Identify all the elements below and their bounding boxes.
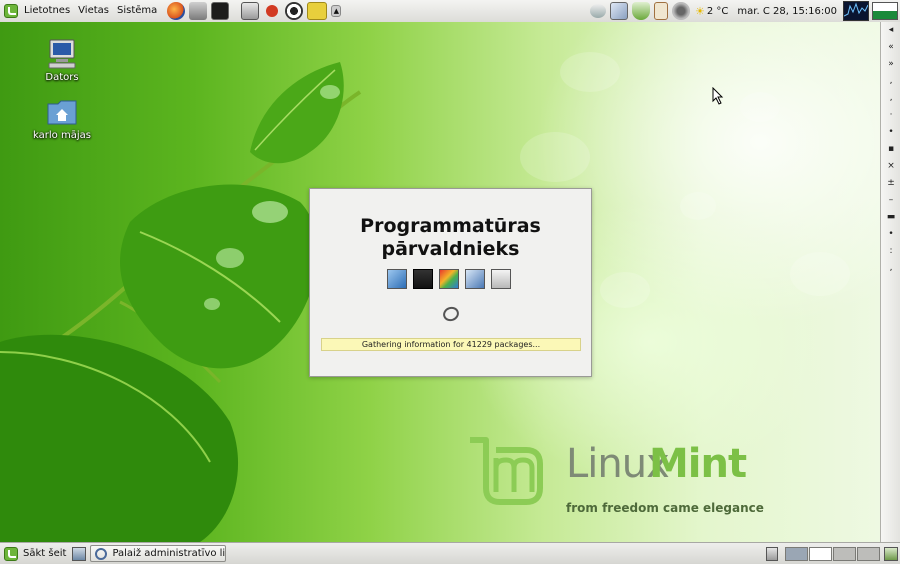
launcher-area: ▲ bbox=[165, 2, 343, 20]
screenshot-icon[interactable] bbox=[241, 2, 260, 20]
home-folder-icon bbox=[47, 100, 77, 125]
workspace-4[interactable] bbox=[857, 546, 880, 561]
clipboard-icon[interactable] bbox=[654, 2, 669, 20]
right-panel-item[interactable]: » bbox=[888, 56, 894, 73]
right-panel-item[interactable]: × bbox=[887, 158, 895, 175]
mail-icon[interactable] bbox=[590, 4, 607, 18]
workspace-switcher bbox=[766, 546, 898, 561]
linux-mint-logo-icon bbox=[470, 437, 543, 505]
right-panel-item[interactable]: – bbox=[889, 192, 894, 209]
workspace-2[interactable] bbox=[809, 546, 832, 561]
right-panel-item[interactable]: ▪ bbox=[888, 141, 894, 158]
splash-title-line2: pārvaldnieks bbox=[381, 238, 520, 260]
right-panel-item[interactable]: • bbox=[888, 226, 893, 243]
record-icon[interactable] bbox=[266, 5, 279, 17]
main-menu: Lietotnes Vietas Sistēma bbox=[0, 0, 161, 22]
right-edge-panel: ◂ « » , ‚ · • ▪ × ± – ▬ • : , bbox=[880, 22, 900, 542]
splash-title: Programmatūras pārvaldnieks bbox=[310, 215, 591, 261]
mint-menu-icon[interactable] bbox=[4, 4, 18, 18]
show-desktop-icon[interactable] bbox=[72, 546, 87, 561]
terminal-icon[interactable] bbox=[211, 2, 230, 20]
right-panel-item[interactable]: ± bbox=[887, 175, 895, 192]
desktop-icon-label: Dators bbox=[45, 72, 79, 83]
category-icons bbox=[387, 269, 517, 289]
scroll-arrow-icon[interactable]: ▲ bbox=[331, 5, 342, 17]
right-panel-item[interactable]: , bbox=[890, 260, 893, 277]
right-panel-item[interactable]: « bbox=[888, 39, 894, 56]
sun-icon: ☀ bbox=[695, 4, 705, 18]
software-manager-splash: Programmatūras pārvaldnieks Gathering in… bbox=[309, 188, 592, 377]
brand-tagline: from freedom came elegance bbox=[566, 501, 764, 515]
system-tray: ☀ 2 °C mar. C 28, 15:16:00 bbox=[588, 0, 900, 22]
start-here-button[interactable]: Sākt šeit bbox=[0, 543, 70, 564]
top-panel: Lietotnes Vietas Sistēma ▲ ☀ 2 °C mar. C… bbox=[0, 0, 900, 23]
right-panel-item[interactable]: : bbox=[889, 243, 892, 260]
right-panel-item[interactable]: ‚ bbox=[890, 90, 893, 107]
multimedia-category-icon bbox=[413, 269, 433, 289]
desktop-icon-label: karlo mājas bbox=[33, 130, 91, 141]
mouse-pointer-icon bbox=[712, 87, 724, 105]
loading-spinner-icon bbox=[441, 304, 461, 324]
graphics-category-icon bbox=[439, 269, 459, 289]
right-panel-item[interactable]: , bbox=[890, 73, 893, 90]
firefox-icon[interactable] bbox=[167, 2, 186, 20]
gear-icon bbox=[95, 547, 108, 560]
keyboard-layout-flag-icon[interactable] bbox=[872, 2, 898, 20]
workspace-1[interactable] bbox=[785, 546, 808, 561]
workspace-extra-icon[interactable] bbox=[884, 546, 898, 561]
network-tools-icon[interactable] bbox=[189, 2, 208, 20]
system-monitor-graph bbox=[844, 2, 868, 17]
taskbar-button-software-manager[interactable]: Palaiž administratīvo li... bbox=[90, 545, 227, 562]
mint-logo-icon bbox=[4, 546, 18, 561]
trash-icon[interactable] bbox=[766, 546, 778, 561]
games-category-icon bbox=[491, 269, 511, 289]
menu-applications[interactable]: Lietotnes bbox=[20, 0, 74, 22]
desktop-icon-computer[interactable]: Dators bbox=[27, 38, 97, 83]
weather-temperature: 2 °C bbox=[706, 5, 729, 17]
splash-status: Gathering information for 41229 packages… bbox=[321, 338, 581, 351]
volume-icon[interactable] bbox=[672, 2, 691, 20]
folder-note-icon[interactable] bbox=[307, 2, 328, 20]
system-monitor-icon[interactable] bbox=[843, 1, 869, 21]
right-panel-item[interactable]: ▬ bbox=[887, 209, 896, 226]
clock[interactable]: mar. C 28, 15:16:00 bbox=[737, 6, 837, 17]
bottom-panel: Sākt šeit Palaiž administratīvo li... bbox=[0, 542, 900, 564]
brand-mint-text: Mint bbox=[649, 441, 747, 487]
computer-icon bbox=[48, 39, 76, 69]
right-panel-item[interactable]: • bbox=[888, 124, 893, 141]
menu-system[interactable]: Sistēma bbox=[113, 0, 161, 22]
menu-places[interactable]: Vietas bbox=[74, 0, 113, 22]
right-panel-item[interactable]: · bbox=[890, 107, 893, 124]
right-panel-item[interactable]: ◂ bbox=[889, 22, 894, 39]
splash-title-line1: Programmatūras bbox=[360, 215, 541, 237]
office-category-icon bbox=[465, 269, 485, 289]
weather-applet[interactable]: ☀ 2 °C bbox=[695, 5, 728, 18]
update-manager-check-icon[interactable] bbox=[632, 2, 651, 20]
linux-mint-branding: Linux Mint from freedom came elegance bbox=[466, 436, 764, 516]
desktop-icon-home[interactable]: karlo mājas bbox=[27, 96, 97, 141]
taskbar-button-label: Palaiž administratīvo li... bbox=[112, 548, 227, 559]
eye-of-gnome-icon[interactable] bbox=[285, 2, 304, 20]
start-here-label: Sākt šeit bbox=[23, 548, 67, 559]
internet-category-icon bbox=[387, 269, 407, 289]
workspace-3[interactable] bbox=[833, 546, 856, 561]
network-icon[interactable] bbox=[610, 2, 629, 20]
